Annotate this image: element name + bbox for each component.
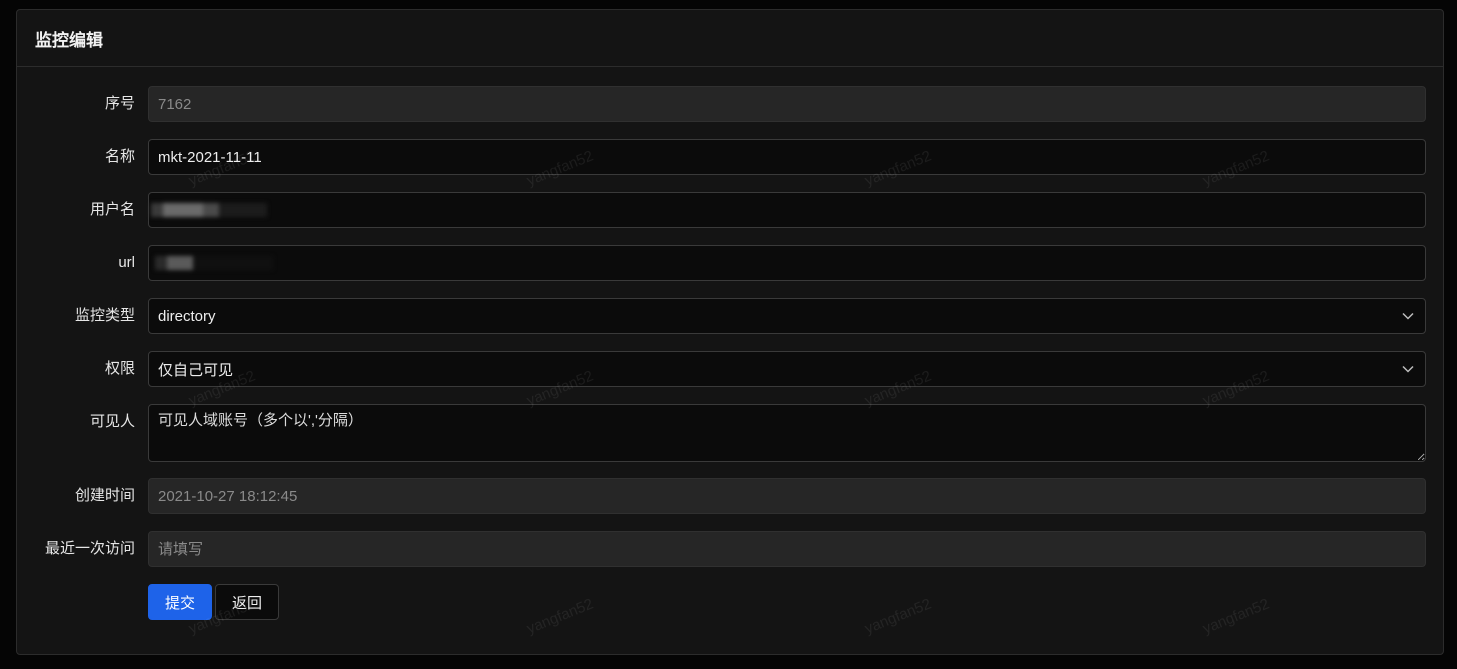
permission-select[interactable]: 仅自己可见 [148,351,1426,387]
id-label: 序号 [104,95,135,112]
form-row-name: 名称 [17,139,1443,175]
form-row-url: url [17,245,1443,281]
form-row-permission: 权限 仅自己可见 [17,351,1443,387]
permission-value: 仅自己可见 [158,361,234,379]
permission-label: 权限 [104,360,135,377]
id-field [148,86,1426,122]
form-row-last-visit: 最近一次访问 [17,531,1443,567]
monitor-type-select[interactable]: directory [148,298,1426,334]
url-label: url [118,254,135,271]
monitor-type-value: directory [158,307,216,325]
form-row-visible-to: 可见人 [17,404,1443,462]
url-redaction [155,249,273,277]
chevron-down-icon [1401,362,1415,376]
monitor-type-label: 监控类型 [74,307,135,324]
monitor-edit-form: 序号 名称 用户名 url [17,86,1443,637]
form-actions: 提交 返回 [148,584,280,620]
form-row-monitor-type: 监控类型 directory [17,298,1443,334]
created-at-label: 创建时间 [74,487,135,504]
card-title: 监控编辑 [17,10,1443,67]
monitor-edit-card: 监控编辑 序号 名称 用户名 url [16,9,1444,655]
last-visit-label: 最近一次访问 [44,540,135,557]
submit-button[interactable]: 提交 [148,584,213,620]
url-field[interactable] [148,245,1426,281]
username-field[interactable] [148,192,1426,228]
username-label: 用户名 [89,201,135,218]
last-visit-field [148,531,1426,567]
username-redaction [151,196,267,224]
back-button[interactable]: 返回 [215,584,280,620]
name-label: 名称 [104,148,135,165]
form-row-created-at: 创建时间 [17,478,1443,514]
visible-to-label: 可见人 [89,413,135,430]
form-row-username: 用户名 [17,192,1443,228]
form-row-actions: 提交 返回 [17,584,1443,620]
created-at-field [148,478,1426,514]
chevron-down-icon [1401,309,1415,323]
name-field[interactable] [148,139,1426,175]
visible-to-textarea[interactable] [148,404,1426,462]
form-row-id: 序号 [17,86,1443,122]
